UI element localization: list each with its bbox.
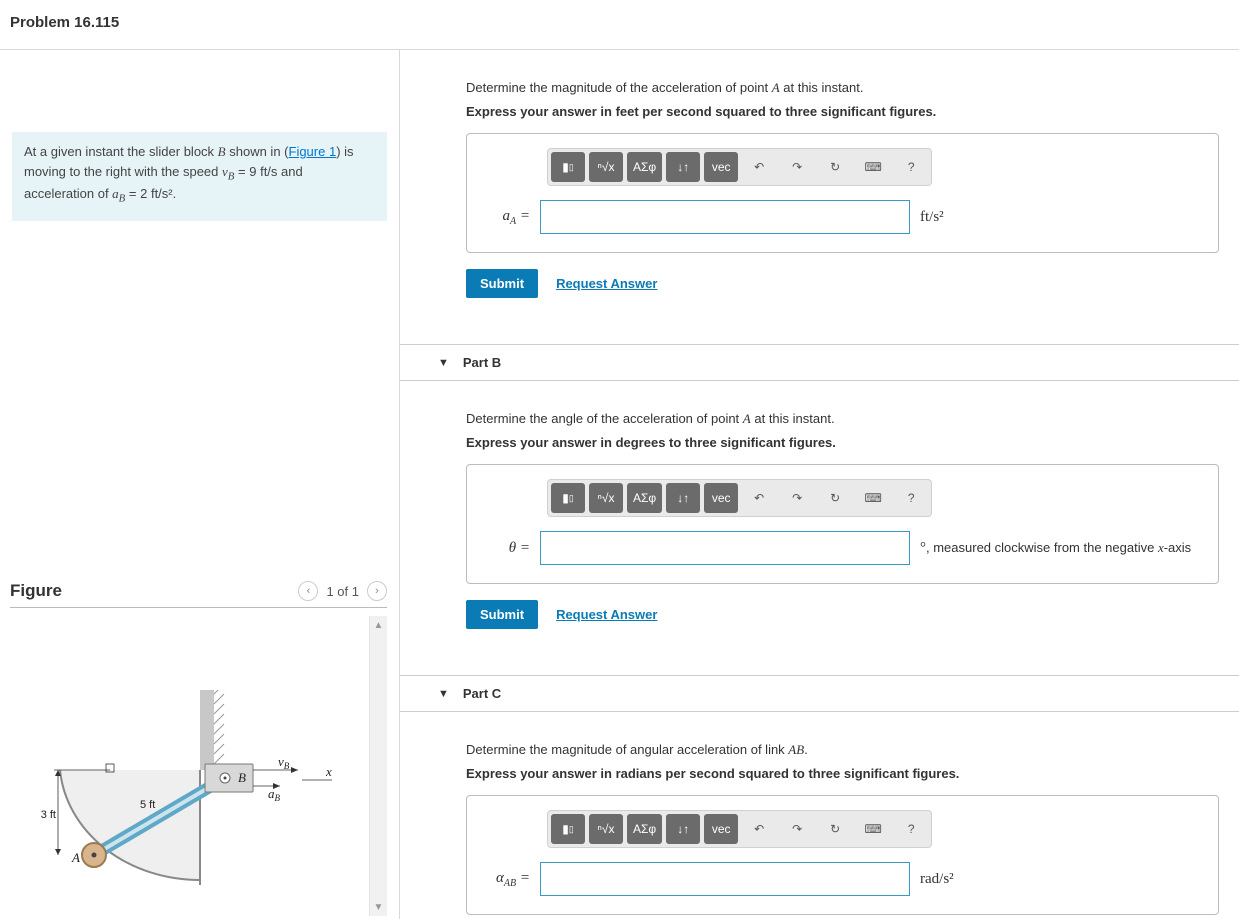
part-a-input[interactable] [540, 200, 910, 234]
part-c-title: Part C [463, 686, 501, 701]
figure-next-button[interactable]: › [367, 581, 387, 601]
reset-button[interactable]: ↻ [818, 814, 852, 844]
part-b-collapse-icon[interactable]: ▼ [438, 357, 449, 369]
figure-divider [10, 607, 387, 608]
problem-title: Problem 16.115 [10, 14, 1219, 31]
svg-text:B: B [238, 770, 246, 785]
svg-text:x: x [325, 764, 332, 779]
figure-nav: ‹ 1 of 1 › [298, 581, 387, 601]
redo-button[interactable]: ↷ [780, 152, 814, 182]
part-b-instruction: Express your answer in degrees to three … [466, 435, 1219, 450]
keyboard-button[interactable]: ⌨ [856, 483, 890, 513]
part-a-units: ft/s² [920, 209, 944, 226]
part-b-question: Determine the angle of the acceleration … [466, 411, 1219, 427]
part-c-instruction: Express your answer in radians per secon… [466, 766, 1219, 781]
figure-scrollbar[interactable]: ▲ ▼ [369, 616, 387, 916]
left-panel: At a given instant the slider block B sh… [0, 50, 400, 919]
vec-button[interactable]: vec [704, 483, 738, 513]
part-c-units: rad/s² [920, 871, 954, 888]
sqrt-button[interactable]: ⁿ√x [589, 814, 623, 844]
equation-toolbar: ▮▯ ⁿ√x ΑΣφ ↓↑ vec ↶ ↷ ↻ ⌨ ? [547, 479, 932, 517]
templates-button[interactable]: ▮▯ [551, 152, 585, 182]
svg-text:A: A [71, 850, 80, 865]
part-a-instruction: Express your answer in feet per second s… [466, 104, 1219, 119]
part-a-answer-box: ▮▯ ⁿ√x ΑΣφ ↓↑ vec ↶ ↷ ↻ ⌨ ? aA = ft/s² [466, 133, 1219, 253]
part-b-input[interactable] [540, 531, 910, 565]
help-button[interactable]: ? [894, 152, 928, 182]
svg-text:5 ft: 5 ft [140, 799, 155, 811]
right-panel: Determine the magnitude of the accelerat… [400, 50, 1239, 919]
equation-toolbar: ▮▯ ⁿ√x ΑΣφ ↓↑ vec ↶ ↷ ↻ ⌨ ? [547, 810, 932, 848]
figure-prev-button[interactable]: ‹ [298, 581, 318, 601]
part-b-header: ▼ Part B [400, 344, 1239, 381]
sqrt-button[interactable]: ⁿ√x [589, 152, 623, 182]
help-button[interactable]: ? [894, 483, 928, 513]
arrows-button[interactable]: ↓↑ [666, 814, 700, 844]
greek-button[interactable]: ΑΣφ [627, 814, 662, 844]
undo-button[interactable]: ↶ [742, 483, 776, 513]
part-b-title: Part B [463, 355, 501, 370]
scroll-down-icon[interactable]: ▼ [370, 898, 387, 916]
part-b: Determine the angle of the acceleration … [400, 381, 1239, 649]
part-a-lhs: aA = [485, 208, 530, 227]
part-c-header: ▼ Part C [400, 675, 1239, 712]
figure-heading: Figure [10, 581, 62, 601]
part-c-question: Determine the magnitude of angular accel… [466, 742, 1219, 758]
redo-button[interactable]: ↷ [780, 814, 814, 844]
part-b-submit-button[interactable]: Submit [466, 600, 538, 629]
equation-toolbar: ▮▯ ⁿ√x ΑΣφ ↓↑ vec ↶ ↷ ↻ ⌨ ? [547, 148, 932, 186]
templates-button[interactable]: ▮▯ [551, 483, 585, 513]
figure-counter: 1 of 1 [326, 584, 359, 599]
part-c: Determine the magnitude of angular accel… [400, 712, 1239, 919]
problem-statement: At a given instant the slider block B sh… [12, 132, 387, 221]
part-c-lhs: αAB = [485, 870, 530, 889]
part-a-question: Determine the magnitude of the accelerat… [466, 80, 1219, 96]
part-a: Determine the magnitude of the accelerat… [400, 50, 1239, 318]
reset-button[interactable]: ↻ [818, 483, 852, 513]
help-button[interactable]: ? [894, 814, 928, 844]
undo-button[interactable]: ↶ [742, 152, 776, 182]
part-a-submit-button[interactable]: Submit [466, 269, 538, 298]
undo-button[interactable]: ↶ [742, 814, 776, 844]
templates-button[interactable]: ▮▯ [551, 814, 585, 844]
vec-button[interactable]: vec [704, 152, 738, 182]
figure-link[interactable]: Figure 1 [289, 144, 337, 159]
part-c-input[interactable] [540, 862, 910, 896]
part-c-answer-box: ▮▯ ⁿ√x ΑΣφ ↓↑ vec ↶ ↷ ↻ ⌨ ? αAB = rad/s² [466, 795, 1219, 915]
part-b-answer-box: ▮▯ ⁿ√x ΑΣφ ↓↑ vec ↶ ↷ ↻ ⌨ ? θ = °, measu… [466, 464, 1219, 584]
scroll-up-icon[interactable]: ▲ [370, 616, 387, 634]
page-header: Problem 16.115 [0, 0, 1239, 49]
svg-text:aB: aB [268, 786, 281, 803]
part-b-units: °, measured clockwise from the negative … [920, 540, 1191, 557]
sqrt-button[interactable]: ⁿ√x [589, 483, 623, 513]
part-b-lhs: θ = [485, 540, 530, 557]
figure-svg: 3 ft 5 ft A B vB aB [10, 690, 340, 890]
greek-button[interactable]: ΑΣφ [627, 152, 662, 182]
arrows-button[interactable]: ↓↑ [666, 483, 700, 513]
keyboard-button[interactable]: ⌨ [856, 152, 890, 182]
part-a-request-answer-link[interactable]: Request Answer [556, 276, 657, 291]
arrows-button[interactable]: ↓↑ [666, 152, 700, 182]
svg-text:3 ft: 3 ft [41, 809, 56, 821]
svg-text:vB: vB [278, 754, 290, 771]
part-b-request-answer-link[interactable]: Request Answer [556, 607, 657, 622]
vec-button[interactable]: vec [704, 814, 738, 844]
figure-canvas: 3 ft 5 ft A B vB aB [10, 616, 369, 916]
part-c-collapse-icon[interactable]: ▼ [438, 688, 449, 700]
greek-button[interactable]: ΑΣφ [627, 483, 662, 513]
redo-button[interactable]: ↷ [780, 483, 814, 513]
keyboard-button[interactable]: ⌨ [856, 814, 890, 844]
reset-button[interactable]: ↻ [818, 152, 852, 182]
